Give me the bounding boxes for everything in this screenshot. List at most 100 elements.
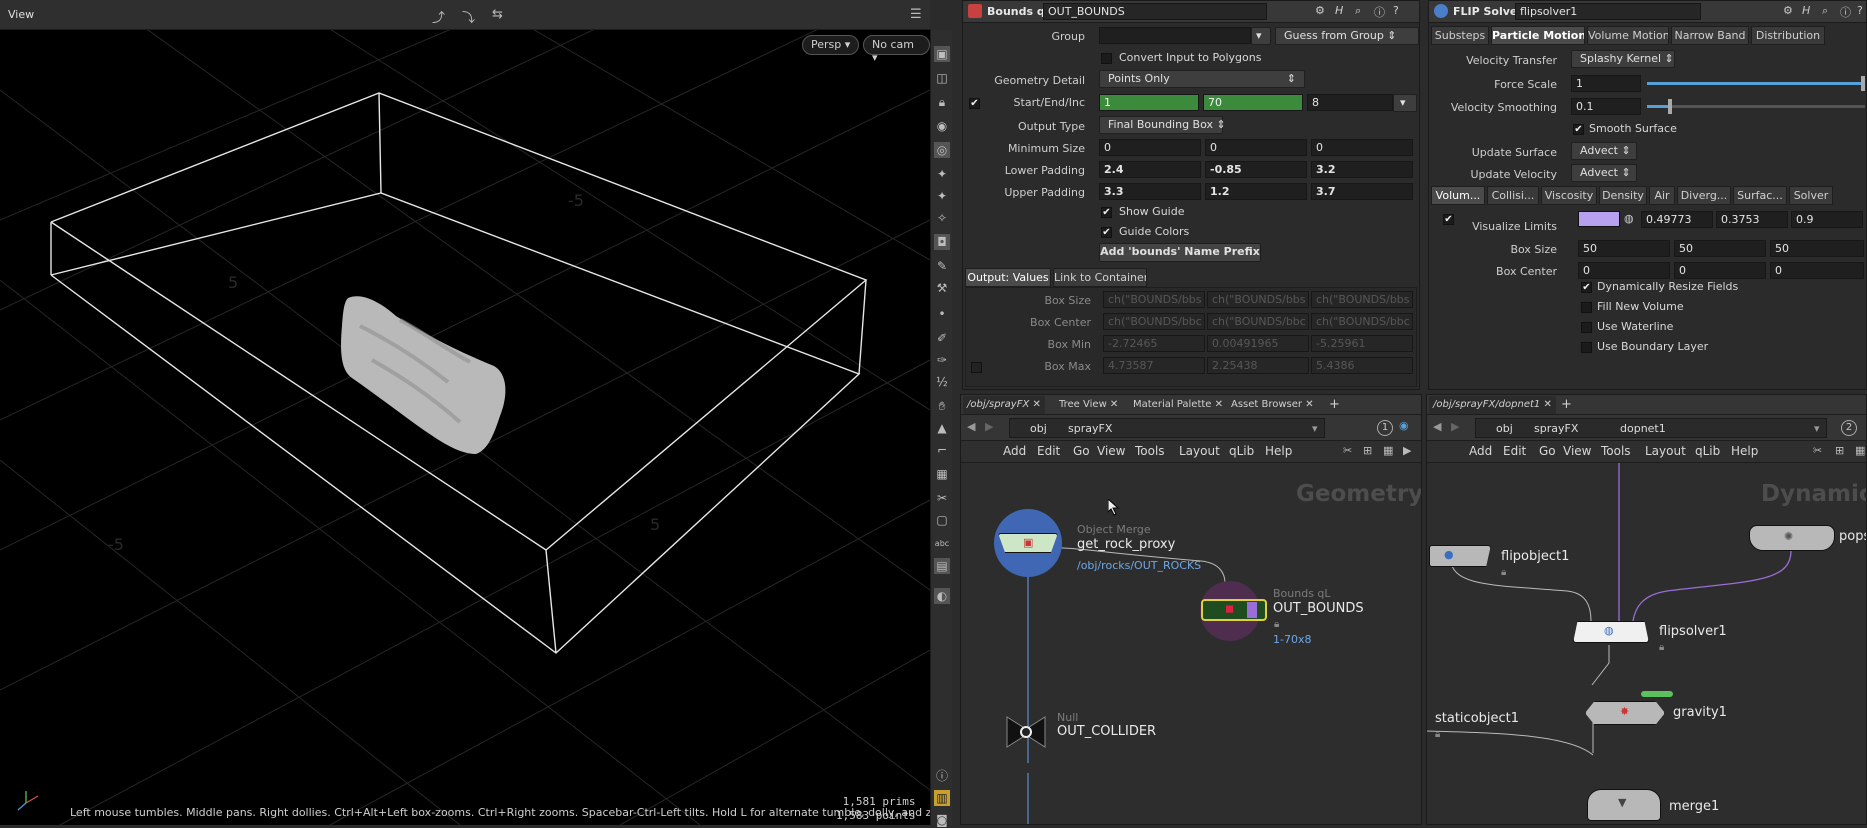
- lower-padding-z-field[interactable]: 3.2: [1311, 161, 1413, 178]
- update-velocity-menu[interactable]: Advect ⇕: [1571, 164, 1637, 182]
- info-icon[interactable]: ⓘ: [934, 768, 950, 784]
- out-box-max-y[interactable]: 2.25438: [1207, 357, 1309, 374]
- force-scale-field[interactable]: 1: [1571, 75, 1641, 92]
- gravity-name[interactable]: gravity1: [1673, 705, 1727, 720]
- tools-icon[interactable]: ✂: [1813, 444, 1822, 457]
- geometry-detail-menu[interactable]: Points Only ⇕: [1099, 70, 1305, 88]
- subtab-solver[interactable]: Solver: [1789, 186, 1833, 205]
- flip-box-size-x[interactable]: 50: [1578, 240, 1670, 257]
- group-dropdown-icon[interactable]: ▾: [1251, 27, 1271, 45]
- flipobject-name[interactable]: flipobject1: [1501, 549, 1569, 564]
- add-tab-icon[interactable]: +: [1557, 396, 1576, 414]
- menu-view[interactable]: View: [1097, 444, 1125, 458]
- help-h-icon[interactable]: H: [1335, 4, 1343, 17]
- menu-tools[interactable]: Tools: [1135, 444, 1165, 458]
- grid-icon[interactable]: ▦: [1383, 444, 1393, 457]
- add-tab-icon[interactable]: +: [1325, 396, 1344, 414]
- use-boundary-checkbox[interactable]: [1581, 342, 1592, 353]
- get-rock-proxy-node[interactable]: ▣: [998, 533, 1058, 553]
- display-options-icon[interactable]: ▣: [934, 46, 950, 62]
- out-collider-node[interactable]: [1003, 715, 1049, 749]
- upper-padding-y-field[interactable]: 1.2: [1205, 183, 1307, 200]
- scissors-icon[interactable]: ✂: [934, 490, 950, 506]
- light-icon[interactable]: ✦: [934, 166, 950, 182]
- subtab-density[interactable]: Density: [1599, 186, 1647, 205]
- tab-asset-browser[interactable]: Asset Browser ✕: [1227, 396, 1318, 414]
- forward-arrow-icon[interactable]: ▶: [985, 420, 993, 433]
- vis-color-r-field[interactable]: 0.49773: [1641, 211, 1713, 228]
- back-arrow-icon[interactable]: ◀: [1433, 420, 1441, 433]
- merge-name[interactable]: merge1: [1669, 799, 1719, 814]
- show-guide-checkbox[interactable]: ✔: [1101, 207, 1112, 218]
- tab-distribution[interactable]: Distribution: [1751, 26, 1825, 45]
- menu-edit[interactable]: Edit: [1503, 444, 1526, 458]
- fill-new-volume-checkbox[interactable]: [1581, 302, 1592, 313]
- tree-icon[interactable]: ⊞: [1835, 444, 1844, 457]
- smooth-surface-checkbox[interactable]: ✔: [1573, 124, 1584, 135]
- subtab-volume-limits[interactable]: Volum...: [1431, 186, 1485, 205]
- lower-padding-y-field[interactable]: -0.85: [1205, 161, 1307, 178]
- vis-color-g-field[interactable]: 0.3753: [1716, 211, 1788, 228]
- use-waterline-checkbox[interactable]: [1581, 322, 1592, 333]
- gear-icon[interactable]: ⚙: [1783, 4, 1793, 17]
- tab-obj-sprayfx[interactable]: /obj/sprayFX ✕: [963, 396, 1045, 414]
- min-size-y-field[interactable]: 0: [1205, 139, 1307, 156]
- out-bounds-node[interactable]: ◼: [1201, 599, 1267, 621]
- tab-dopnet[interactable]: /obj/sprayFX/dopnet1 ✕: [1429, 396, 1556, 414]
- menu-edit[interactable]: Edit: [1037, 444, 1060, 458]
- menu-add[interactable]: Add: [1469, 444, 1492, 458]
- guess-from-group-menu[interactable]: Guess from Group ⇕: [1275, 27, 1419, 45]
- light2-icon[interactable]: ✦: [934, 188, 950, 204]
- hand-icon[interactable]: ✋︎: [934, 398, 950, 414]
- path-obj[interactable]: obj: [1030, 422, 1047, 435]
- network-editor-dopnet[interactable]: /obj/sprayFX/dopnet1 ✕ + ◀ ▶ obj sprayFX…: [1426, 394, 1867, 825]
- flipsolver-name[interactable]: flipsolver1: [1659, 624, 1727, 639]
- end-field[interactable]: 70: [1203, 94, 1303, 111]
- out-box-size-x[interactable]: ch("BOUNDS/bbs: [1103, 291, 1205, 308]
- menu-tools[interactable]: Tools: [1601, 444, 1631, 458]
- start-field[interactable]: 1: [1099, 94, 1199, 111]
- pane-link-badge[interactable]: 2: [1841, 420, 1857, 436]
- info-icon[interactable]: ⓘ: [1374, 4, 1385, 20]
- tab-link-to-container[interactable]: Link to Container: [1053, 268, 1147, 287]
- out-box-center-z[interactable]: ch("BOUNDS/bbc: [1311, 313, 1413, 330]
- menu-layout[interactable]: Layout: [1645, 444, 1686, 458]
- out-box-min-y[interactable]: 0.00491965: [1207, 335, 1309, 352]
- subtab-air[interactable]: Air: [1649, 186, 1675, 205]
- velocity-smoothing-slider[interactable]: [1647, 99, 1865, 114]
- menu-go[interactable]: Go: [1539, 444, 1556, 458]
- out-collider-name[interactable]: OUT_COLLIDER: [1057, 724, 1156, 739]
- out-box-max-z[interactable]: 5.4386: [1311, 357, 1413, 374]
- convert-polygons-checkbox[interactable]: [1101, 53, 1112, 64]
- path-breadcrumb[interactable]: obj sprayFX ▾: [1009, 418, 1325, 438]
- upper-padding-x-field[interactable]: 3.3: [1099, 183, 1201, 200]
- force-scale-slider-handle[interactable]: [1861, 76, 1865, 91]
- pops-name[interactable]: pops: [1839, 529, 1866, 544]
- pops-node[interactable]: ✺: [1749, 525, 1835, 551]
- abc-icon[interactable]: abc: [934, 536, 950, 552]
- snapshot-icon[interactable]: ◙: [934, 812, 950, 828]
- subtab-collisions[interactable]: Collisi...: [1487, 186, 1539, 205]
- help-icon[interactable]: ?: [1393, 4, 1399, 17]
- lower-padding-x-field[interactable]: 2.4: [1099, 161, 1201, 178]
- update-surface-menu[interactable]: Advect ⇕: [1571, 142, 1637, 160]
- viewport-canvas[interactable]: -5 5 0 5 -5: [0, 30, 930, 825]
- search-icon[interactable]: ⌕: [1355, 4, 1361, 18]
- select-tool-icon[interactable]: ⤴: [432, 7, 445, 26]
- menu-go[interactable]: Go: [1073, 444, 1090, 458]
- out-bounds-name[interactable]: OUT_BOUNDS: [1273, 601, 1364, 616]
- dot-icon[interactable]: •: [934, 306, 950, 322]
- add-bounds-prefix-button[interactable]: Add 'bounds' Name Prefix: [1099, 243, 1261, 262]
- velocity-smoothing-field[interactable]: 0.1: [1571, 98, 1641, 115]
- pen2-icon[interactable]: ✑: [934, 352, 950, 368]
- vis-color-b-field[interactable]: 0.9: [1791, 211, 1863, 228]
- flip-box-center-z[interactable]: 0: [1770, 262, 1864, 279]
- tools-icon[interactable]: ✂: [1343, 444, 1352, 457]
- path-sprayfx[interactable]: sprayFX: [1534, 422, 1578, 435]
- camera-icon[interactable]: ◘: [934, 234, 950, 250]
- numbers-icon[interactable]: ½: [934, 374, 950, 390]
- display-flag[interactable]: [1247, 602, 1257, 618]
- inc-field[interactable]: 8: [1307, 94, 1393, 111]
- play-icon[interactable]: ▶: [1403, 444, 1411, 457]
- brush-icon[interactable]: ✎: [934, 258, 950, 274]
